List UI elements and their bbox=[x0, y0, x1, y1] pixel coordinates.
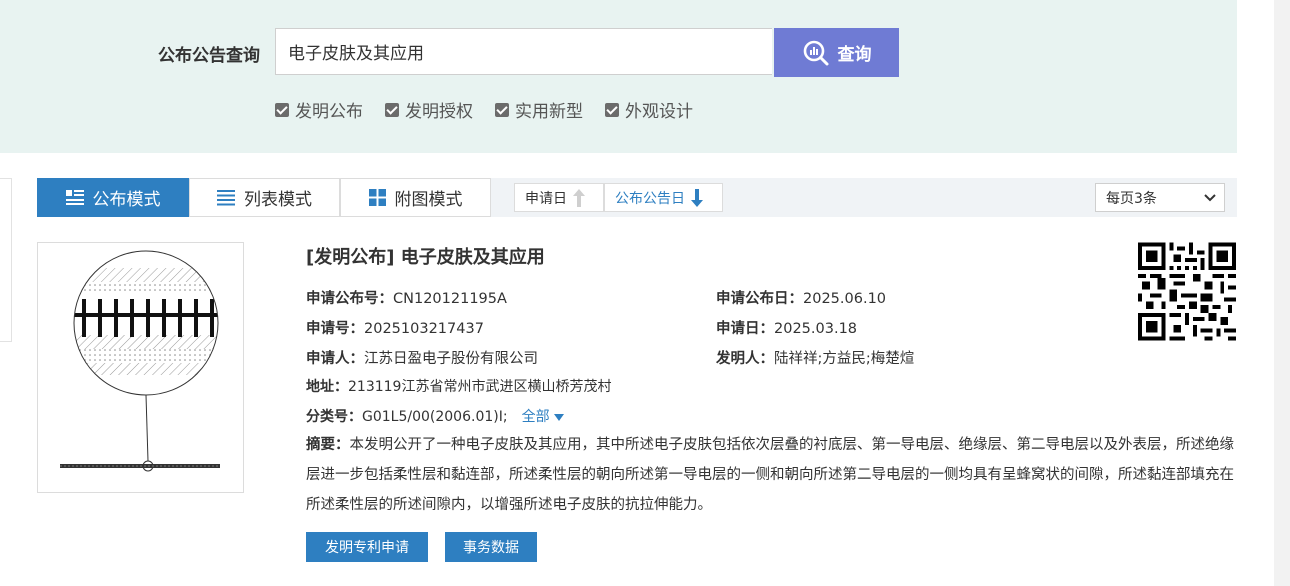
sort-label: 申请日 bbox=[525, 190, 567, 207]
transaction-data-button[interactable]: 事务数据 bbox=[445, 532, 537, 562]
search-input[interactable] bbox=[275, 28, 772, 75]
sort-by-publication-date[interactable]: 公布公告日 bbox=[604, 183, 723, 212]
result-title[interactable]: [发明公布] 电子皮肤及其应用 bbox=[306, 243, 545, 269]
publication-date-field: 申请公布日：2025.06.10 bbox=[716, 287, 886, 308]
field-label: 发明人： bbox=[716, 351, 774, 367]
application-number-field: 申请号：2025103217437 bbox=[306, 317, 484, 338]
address-field: 地址：213119江苏省常州市武进区横山桥芳茂村 bbox=[306, 376, 611, 396]
filter-design[interactable]: 外观设计 bbox=[605, 97, 693, 122]
per-page-value: 每页3条 bbox=[1106, 190, 1157, 207]
invention-application-button[interactable]: 发明专利申请 bbox=[306, 532, 428, 562]
search-button[interactable]: 查询 bbox=[774, 28, 899, 77]
field-label: 分类号： bbox=[306, 409, 362, 425]
field-value: 2025.06.10 bbox=[803, 291, 887, 307]
search-panel: 公布公告查询 查询 发明公布 发明授权 实用新型 外观设计 bbox=[0, 0, 1237, 153]
abstract-label: 摘要： bbox=[306, 437, 350, 453]
field-label: 申请号： bbox=[306, 321, 364, 337]
results-toolbar: 公布模式 列表模式 附图模式 申请日 公布公告日 每页3条 bbox=[37, 178, 1237, 217]
filter-invention-grant[interactable]: 发明授权 bbox=[385, 97, 473, 122]
field-value: G01L5/00(2006.01)I; bbox=[362, 409, 508, 425]
abstract-text: 本发明公开了一种电子皮肤及其应用，其中所述电子皮肤包括依次层叠的衬底层、第一导电… bbox=[306, 437, 1234, 513]
checkbox-checked-icon[interactable] bbox=[275, 102, 289, 117]
field-value: 213119江苏省常州市武进区横山桥芳茂村 bbox=[348, 379, 612, 395]
filter-label: 发明公布 bbox=[295, 102, 363, 122]
list-icon bbox=[217, 189, 235, 206]
search-icon bbox=[803, 40, 828, 65]
application-date-field: 申请日：2025.03.18 bbox=[716, 317, 857, 338]
checkbox-checked-icon[interactable] bbox=[495, 102, 509, 117]
caret-down-icon bbox=[554, 414, 565, 421]
filter-label: 实用新型 bbox=[515, 102, 583, 122]
field-value: 陆祥祥;方益民;梅楚煊 bbox=[774, 351, 915, 367]
sort-label: 公布公告日 bbox=[615, 190, 685, 207]
field-label: 申请日： bbox=[716, 321, 774, 337]
tab-list-mode[interactable]: 列表模式 bbox=[189, 178, 340, 217]
classification-field: 分类号：G01L5/00(2006.01)I; 全部 bbox=[306, 406, 565, 426]
search-label: 公布公告查询 bbox=[158, 46, 260, 66]
publication-number-field: 申请公布号：CN120121195A bbox=[306, 287, 507, 308]
arrow-up-icon bbox=[573, 188, 585, 207]
field-label: 地址： bbox=[306, 379, 348, 395]
filter-label: 发明授权 bbox=[405, 102, 473, 122]
filter-utility-model[interactable]: 实用新型 bbox=[495, 97, 583, 122]
inventor-field: 发明人：陆祥祥;方益民;梅楚煊 bbox=[716, 347, 914, 368]
side-panel-edge bbox=[0, 178, 12, 342]
expand-all-link[interactable]: 全部 bbox=[521, 409, 565, 425]
tab-label: 列表模式 bbox=[244, 190, 312, 210]
tab-label: 公布模式 bbox=[92, 190, 161, 210]
field-value: 2025103217437 bbox=[364, 321, 484, 337]
grid-icon bbox=[368, 189, 386, 206]
field-value: CN120121195A bbox=[393, 291, 507, 307]
expand-label: 全部 bbox=[521, 409, 550, 425]
checkbox-checked-icon[interactable] bbox=[605, 102, 619, 117]
sort-by-application-date[interactable]: 申请日 bbox=[514, 183, 604, 212]
tab-label: 附图模式 bbox=[394, 190, 463, 210]
field-value: 2025.03.18 bbox=[774, 321, 858, 337]
per-page-select[interactable]: 每页3条 bbox=[1095, 183, 1225, 212]
field-label: 申请公布号： bbox=[306, 291, 393, 307]
tab-image-mode[interactable]: 附图模式 bbox=[340, 178, 491, 217]
page-scrollbar-track bbox=[1274, 0, 1290, 586]
abstract: 摘要：本发明公开了一种电子皮肤及其应用，其中所述电子皮肤包括依次层叠的衬底层、第… bbox=[306, 430, 1236, 520]
checkbox-checked-icon[interactable] bbox=[385, 102, 399, 117]
arrow-down-icon bbox=[691, 188, 703, 207]
publish-list-icon bbox=[65, 189, 84, 206]
field-label: 申请人： bbox=[306, 351, 364, 367]
filter-label: 外观设计 bbox=[625, 102, 693, 122]
type-filter-group: 发明公布 发明授权 实用新型 外观设计 bbox=[275, 97, 693, 122]
tab-publish-mode[interactable]: 公布模式 bbox=[37, 178, 189, 217]
patent-drawing-thumbnail[interactable] bbox=[37, 242, 244, 493]
chevron-down-icon bbox=[1204, 193, 1216, 201]
field-value: 江苏日盈电子股份有限公司 bbox=[364, 351, 538, 367]
search-button-label: 查询 bbox=[837, 45, 872, 64]
applicant-field: 申请人：江苏日盈电子股份有限公司 bbox=[306, 347, 538, 368]
filter-invention-publication[interactable]: 发明公布 bbox=[275, 97, 363, 122]
field-label: 申请公布日： bbox=[716, 291, 803, 307]
qr-code-icon bbox=[1138, 242, 1236, 341]
